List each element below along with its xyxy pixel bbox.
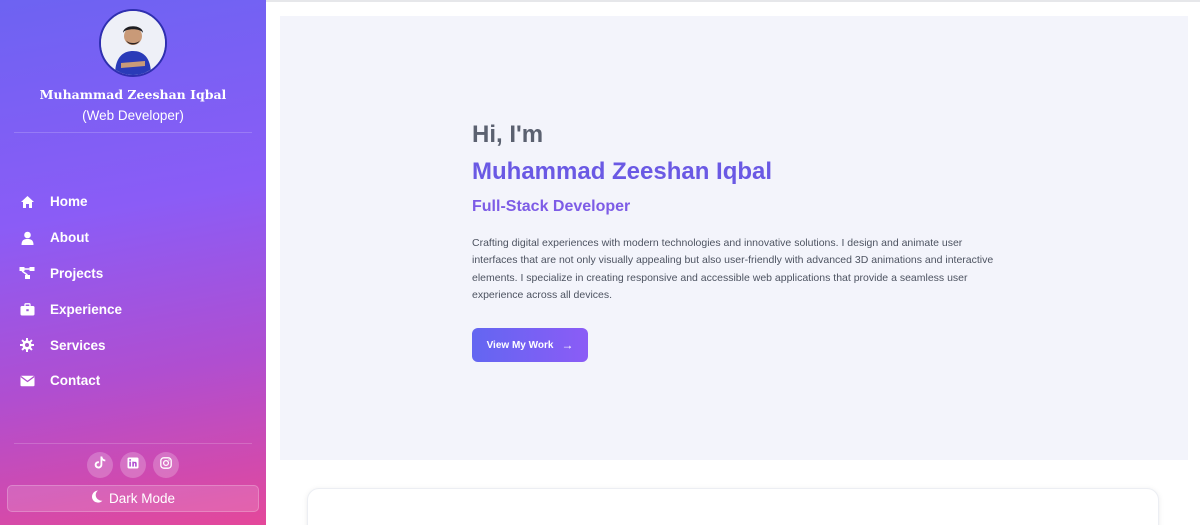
profile-name: Muhammad Zeeshan Iqbal [39,87,227,102]
sidebar-nav: Home About Projects Experience Services [0,184,266,399]
social-links [0,452,266,478]
briefcase-icon [19,301,35,317]
sidebar-item-label: About [50,230,89,246]
home-icon [19,194,35,210]
gear-icon [19,337,35,353]
content-card [307,488,1159,525]
sidebar: Muhammad Zeeshan Iqbal (Web Developer) H… [0,0,266,525]
sidebar-divider [14,443,252,444]
sidebar-item-experience[interactable]: Experience [0,291,266,327]
tiktok-link[interactable] [87,452,113,478]
profile-role: (Web Developer) [82,108,184,123]
sidebar-item-label: Services [50,337,106,353]
sidebar-item-label: Home [50,194,88,210]
sidebar-item-home[interactable]: Home [0,184,266,220]
view-my-work-button[interactable]: View My Work → [472,328,588,362]
sidebar-item-contact[interactable]: Contact [0,363,266,399]
user-icon [19,230,35,246]
sidebar-divider [14,132,252,133]
tiktok-icon [94,456,106,474]
sidebar-item-label: Experience [50,301,123,317]
project-diagram-icon [19,265,35,281]
envelope-icon [19,373,35,389]
linkedin-link[interactable] [120,452,146,478]
instagram-link[interactable] [153,452,179,478]
hero-description: Crafting digital experiences with modern… [472,237,994,301]
moon-icon [91,490,103,508]
arrow-right-icon: → [561,338,574,352]
sidebar-item-projects[interactable]: Projects [0,256,266,292]
linkedin-icon [127,456,139,474]
cta-label: View My Work [486,339,554,351]
hero-greeting: Hi, I'm [472,121,544,148]
sidebar-item-services[interactable]: Services [0,327,266,363]
hero-name: Muhammad Zeeshan Iqbal [472,158,773,185]
sidebar-item-label: Contact [50,373,101,389]
instagram-icon [160,456,172,474]
sidebar-item-label: Projects [50,265,104,281]
profile-avatar [99,9,167,77]
dark-mode-toggle[interactable]: Dark Mode [7,485,259,512]
hero-role: Full-Stack Developer [472,198,631,215]
sidebar-item-about[interactable]: About [0,220,266,256]
dark-mode-label: Dark Mode [108,491,176,506]
